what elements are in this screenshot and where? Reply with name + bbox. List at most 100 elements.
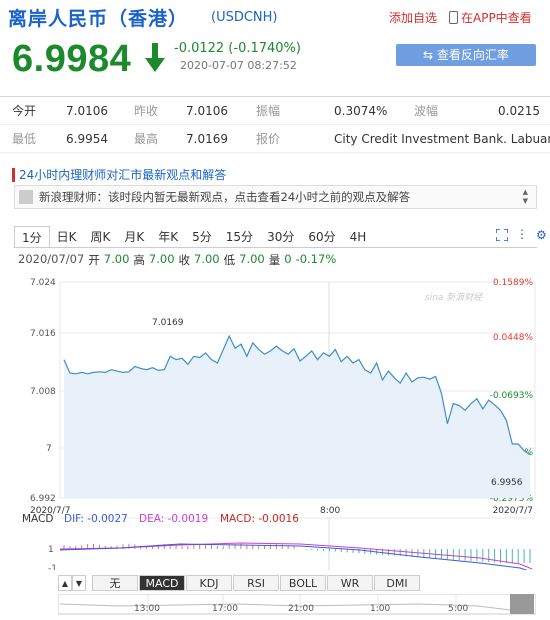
tab-60min[interactable]: 60分: [301, 226, 342, 248]
macd-title: MACD: [22, 513, 53, 525]
prev-icon[interactable]: ▲: [58, 575, 72, 591]
timeline-label: 1:00: [370, 604, 390, 614]
timeline-label: 13:00: [134, 604, 160, 614]
chart-tools: ⋮ ⚙: [496, 228, 547, 241]
high-annotation: 7.0169: [152, 318, 184, 328]
indicator-bar: ▲ ▼ 无 MACD KDJ RSI BOLL WR DMI: [58, 575, 421, 591]
info-high: 7.00: [148, 252, 175, 266]
news-heading[interactable]: 24小时内理财师对汇市最新观点和解答: [12, 166, 226, 183]
tab-monthly[interactable]: 月K: [117, 226, 151, 248]
phone-icon: [449, 11, 458, 24]
macd-tick: 1: [48, 545, 54, 555]
y-tick-left: 6.992: [30, 494, 56, 504]
stat-label: 振幅: [256, 104, 281, 118]
tab-15min[interactable]: 15分: [219, 226, 260, 248]
x-label-mid: 8:00: [320, 506, 340, 516]
down-arrow-icon: [145, 43, 165, 72]
stats-table: 今开 7.0106 昨收 7.0106 振幅 0.3074% 波幅 0.0215…: [0, 96, 550, 153]
info-low: 7.00: [239, 252, 265, 266]
y-tick-left: 7: [46, 444, 52, 454]
next-icon[interactable]: ▼: [72, 575, 86, 591]
indicator-kdj[interactable]: KDJ: [186, 575, 232, 591]
stat-label: 昨收: [134, 104, 159, 118]
macd-tick: -1: [48, 564, 57, 570]
indicator-dmi[interactable]: DMI: [374, 575, 420, 591]
info-date: 2020/07/07: [18, 252, 85, 266]
tab-30min[interactable]: 30分: [260, 226, 301, 248]
indicator-rsi[interactable]: RSI: [233, 575, 279, 591]
tab-daily[interactable]: 日K: [50, 226, 84, 248]
chevron-down-icon[interactable]: ▼: [523, 197, 528, 206]
info-vol: 0: [284, 252, 292, 266]
news-scroll[interactable]: ▲ ▼: [523, 188, 528, 206]
watermark: sina 新浪财经: [425, 292, 483, 303]
news-heading-label: 24小时内理财师对汇市最新观点和解答: [19, 168, 227, 182]
timeline-label: 5:00: [448, 604, 468, 614]
stat-value: 7.0169: [186, 131, 228, 146]
fullscreen-icon[interactable]: [496, 229, 508, 241]
indicator-macd[interactable]: MACD: [139, 575, 185, 591]
reverse-rate-label: 查看反向汇率: [436, 48, 509, 62]
y-tick-left: 7.024: [30, 278, 56, 288]
y-tick-right: 0.0448%: [493, 333, 533, 343]
info-pct: -0.17%: [295, 252, 337, 266]
stat-value: 6.9954: [66, 131, 108, 146]
settings-icon[interactable]: ⚙: [536, 229, 547, 241]
info-close: 7.00: [194, 252, 220, 266]
timeline-label: 21:00: [288, 604, 314, 614]
app-view-link[interactable]: 在APP中查看: [449, 9, 532, 26]
stat-label: 波幅: [414, 104, 439, 118]
macd-dea: DEA: -0.0019: [139, 513, 208, 525]
info-vol-label: 量: [268, 253, 281, 267]
more-icon[interactable]: ⋮: [516, 228, 528, 241]
stat-value: 0.0215: [498, 103, 540, 118]
price-area: [64, 336, 530, 498]
y-tick-left: 7.008: [30, 387, 56, 397]
reverse-rate-button[interactable]: ⇆ 查看反向汇率: [396, 44, 536, 66]
quote-source: City Credit Investment Bank. Labuan: [334, 131, 550, 146]
time-navigator[interactable]: 13:00 17:00 21:00 1:00 5:00: [58, 594, 536, 616]
current-price: 6.9984: [12, 38, 132, 80]
tab-weekly[interactable]: 周K: [84, 226, 118, 248]
indicator-boll[interactable]: BOLL: [280, 575, 326, 591]
stat-label: 最低: [12, 132, 37, 146]
heading-marker: [12, 167, 15, 182]
tab-5min[interactable]: 5分: [185, 226, 219, 248]
news-item[interactable]: 新浪理财师：该时段内暂无最新观点，点击查看24小时之前的观点及解答 ▲ ▼: [14, 185, 537, 209]
y-tick-right: 0.1589%: [493, 278, 533, 288]
stat-value: 0.3074%: [334, 103, 388, 118]
x-label-end: 2020/7/7: [493, 506, 533, 516]
price-chart[interactable]: 7.024 7.016 7.008 7 6.992 0.1589% 0.0448…: [0, 270, 550, 570]
tab-1min[interactable]: 1分: [14, 226, 50, 248]
avatar: [19, 190, 33, 204]
chart-period-tabs: 1分 日K 周K 月K 年K 5分 15分 30分 60分 4H: [14, 226, 373, 248]
low-annotation: 6.9956: [491, 478, 523, 488]
y-tick-right: -0.0693%: [490, 391, 534, 401]
info-low-label: 低: [223, 253, 236, 267]
indicator-none[interactable]: 无: [92, 575, 138, 591]
macd-dif: DIF: -0.0027: [64, 513, 128, 525]
candle-info: 2020/07/07 开 7.00 高 7.00 收 7.00 低 7.00 量…: [18, 252, 336, 268]
tab-4h[interactable]: 4H: [343, 226, 374, 248]
symbol-code: (USDCNH): [211, 10, 278, 25]
stat-label: 最高: [134, 132, 159, 146]
macd-value: MACD: -0.0016: [220, 513, 299, 525]
info-open: 7.00: [103, 252, 130, 266]
info-open-label: 开: [88, 253, 100, 267]
indicator-wr[interactable]: WR: [327, 575, 373, 591]
add-favorite-link[interactable]: 添加自选: [389, 9, 437, 26]
page-title: 离岸人民币（香港）: [8, 8, 189, 30]
chevron-up-icon[interactable]: ▲: [523, 188, 528, 197]
tab-yearly[interactable]: 年K: [151, 226, 185, 248]
stat-label: 今开: [12, 104, 37, 118]
stat-value: 7.0106: [66, 103, 108, 118]
stat-value: 7.0106: [186, 103, 228, 118]
quote-time: 2020-07-07 08:27:52: [180, 59, 297, 72]
tab-divider: [14, 247, 537, 248]
stat-label: 报价: [256, 132, 281, 146]
navigator-handle[interactable]: [510, 594, 534, 614]
timeline-label: 17:00: [212, 604, 238, 614]
info-close-label: 收: [178, 253, 191, 267]
info-high-label: 高: [133, 253, 145, 267]
swap-icon: ⇆: [423, 48, 437, 62]
